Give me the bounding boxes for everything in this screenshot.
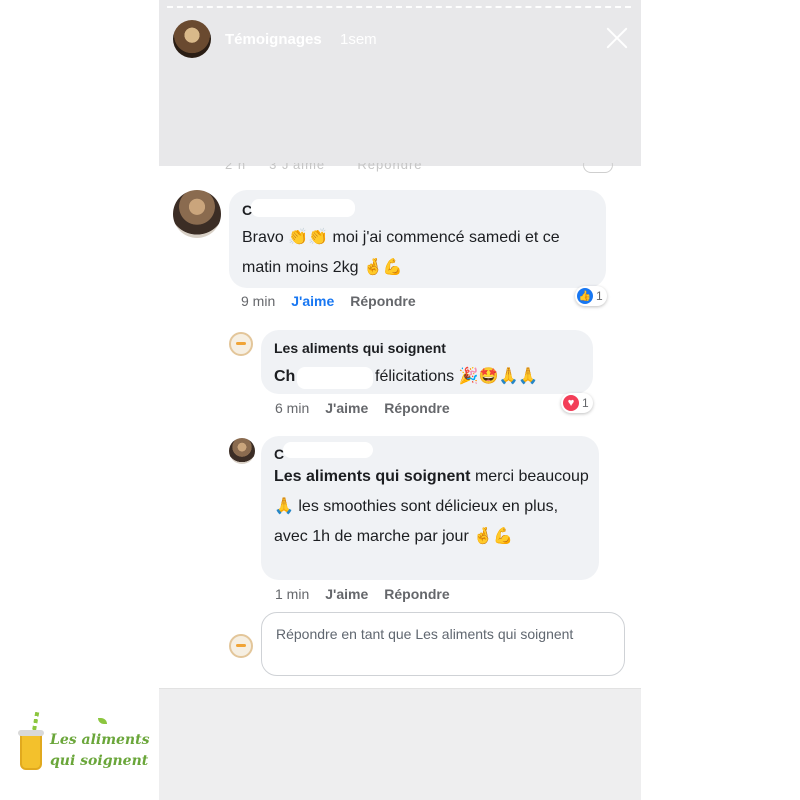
redacted-name [251, 199, 355, 217]
story-bottom-area [159, 688, 641, 800]
comment-bubble: Les aliments qui soignent Ch félicitatio… [261, 330, 593, 394]
comment-time: 6 min [275, 400, 310, 416]
comment-bubble: C Bravo 👏👏 moi j'ai commencé samedi et c… [229, 190, 606, 288]
reaction-count: 1 [582, 396, 589, 410]
page-avatar [229, 634, 253, 658]
mention-link[interactable]: Les aliments qui soignent [274, 468, 470, 485]
reaction-count: 1 [596, 289, 603, 303]
faded-previous-actions: 2 h 3 J'aime Répondre [225, 157, 423, 172]
reply-button[interactable]: Répondre [384, 586, 449, 602]
reaction-badge[interactable]: ♥ 1 [561, 393, 593, 413]
redacted-name [283, 442, 373, 458]
story-header: Témoignages 1sem 2 h 3 J'aime Répondre [159, 0, 641, 173]
reply-placeholder: Répondre en tant que Les aliments qui so… [276, 626, 574, 642]
logo-line-2: qui soignent [50, 753, 149, 769]
page-avatar[interactable] [229, 332, 253, 356]
avatar[interactable] [229, 438, 255, 464]
comment-bubble: C Les aliments qui soignent merci beauco… [261, 436, 599, 580]
comment-time: 9 min [241, 293, 276, 309]
logo-line-1: Les aliments [50, 732, 150, 748]
reply-input[interactable]: Répondre en tant que Les aliments qui so… [261, 612, 625, 676]
comment-actions: 9 min J'aime Répondre [241, 293, 432, 309]
comment-text: Les aliments qui soignent merci beaucoup… [274, 462, 592, 552]
brand-logo: Les aliments qui soignent [14, 708, 154, 784]
reaction-badge[interactable]: 👍 1 [575, 286, 607, 306]
reply-button[interactable]: Répondre [384, 400, 449, 416]
smoothie-cup-icon [18, 730, 44, 770]
comment-actions: 1 min J'aime Répondre [275, 586, 466, 602]
comment-text: Bravo 👏👏 moi j'ai commencé samedi et ce … [242, 229, 560, 276]
like-button[interactable]: J'aime [325, 400, 368, 416]
avatar[interactable] [173, 190, 221, 238]
reply-button[interactable]: Répondre [350, 293, 415, 309]
comment-author[interactable]: Les aliments qui soignent [274, 340, 446, 356]
like-button[interactable]: J'aime [325, 586, 368, 602]
love-icon: ♥ [563, 395, 579, 411]
close-icon[interactable] [605, 26, 629, 50]
like-button[interactable]: J'aime [291, 293, 334, 309]
story-viewer: Témoignages 1sem 2 h 3 J'aime Répondre C… [159, 0, 641, 800]
comment-text: félicitations 🎉🤩🙏🙏 [375, 368, 539, 385]
faded-reaction-pill [583, 163, 613, 173]
story-progress-bar [167, 6, 631, 10]
leaf-icon [98, 718, 107, 724]
story-avatar[interactable] [173, 20, 211, 58]
comment-time: 1 min [275, 586, 310, 602]
story-username[interactable]: Témoignages [225, 31, 322, 48]
redacted-name [297, 367, 373, 389]
comment-actions: 6 min J'aime Répondre [275, 400, 466, 416]
story-time: 1sem [340, 31, 377, 48]
logo-text: Les aliments qui soignent [50, 730, 149, 772]
like-icon: 👍 [577, 288, 593, 304]
